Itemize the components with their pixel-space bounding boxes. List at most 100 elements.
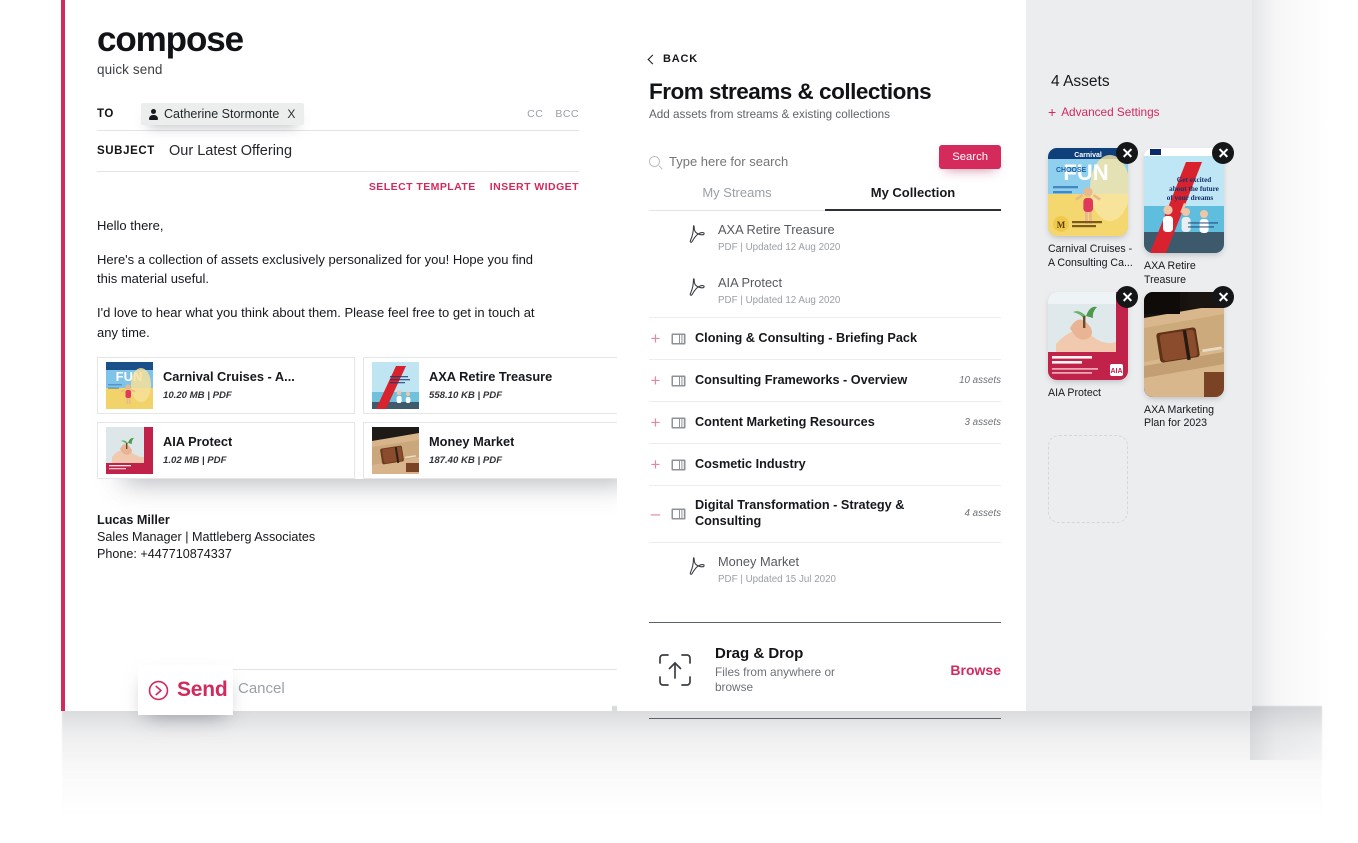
asset-meta: 10.20 MB | PDF: [163, 390, 232, 401]
tray-asset[interactable]: AXA Marketing Plan for 2023: [1144, 285, 1234, 432]
collapse-toggle-icon[interactable]: –: [649, 505, 662, 522]
tab-my-collection[interactable]: My Collection: [825, 185, 1001, 211]
asset-title: Money Market: [429, 434, 515, 449]
collection-title: Cosmetic Industry: [695, 456, 806, 471]
assets-count: 4 Assets: [1051, 73, 1110, 90]
collection-count: 10 assets: [959, 375, 1001, 386]
subject-field-row[interactable]: SUBJECT Our Latest Offering: [97, 131, 579, 171]
subject-label: SUBJECT: [97, 144, 155, 157]
back-label: BACK: [663, 53, 698, 65]
advanced-settings-button[interactable]: + Advanced Settings: [1048, 105, 1160, 119]
asset-label: AXA Marketing Plan for 2023: [1144, 403, 1215, 430]
panel-title: From streams & collections: [649, 79, 932, 104]
expand-toggle-icon[interactable]: +: [649, 372, 662, 389]
send-label: Send: [177, 678, 228, 701]
tray-placeholder[interactable]: [1048, 435, 1136, 524]
dragdrop-subtitle: Files from anywhere or browse: [715, 664, 835, 695]
panel-subtitle: Add assets from streams & existing colle…: [649, 108, 890, 121]
chevron-left-icon: [647, 54, 658, 64]
remove-asset-icon[interactable]: [1116, 142, 1138, 164]
back-button[interactable]: BACK: [647, 53, 1001, 65]
email-asset-card[interactable]: FUN Carnival Cruises - A... 10.20 MB | P…: [97, 356, 355, 414]
compose-footer-divider: [162, 669, 642, 670]
asset-thumbnail: Get excited about the future of your dre…: [1144, 148, 1224, 253]
recipient-chip[interactable]: Catherine Stormonte X: [141, 103, 305, 126]
dragdrop-title: Drag & Drop: [715, 644, 804, 662]
collection-row[interactable]: + Cloning & Consulting - Briefing Pack: [649, 318, 1001, 360]
assets-tray: Carnival FUN CHOOSE M Carnival Cruises -…: [1048, 142, 1238, 524]
asset-list-item[interactable]: AIA Protect PDF | Updated 12 Aug 2020: [649, 264, 1001, 318]
send-button[interactable]: Send: [138, 665, 233, 715]
subject-value[interactable]: Our Latest Offering: [169, 143, 292, 159]
tray-asset[interactable]: Carnival FUN CHOOSE M Carnival Cruises -…: [1048, 142, 1138, 288]
collection-row-expanded[interactable]: – Digital Transformation - Strategy & Co…: [649, 486, 1001, 543]
cc-button[interactable]: CC: [527, 108, 543, 120]
svg-text:AIA: AIA: [1110, 368, 1122, 375]
plus-icon: +: [1048, 104, 1057, 120]
asset-meta: 1.02 MB | PDF: [163, 455, 227, 466]
cancel-button[interactable]: Cancel: [238, 680, 285, 697]
dragdrop-bottom-divider: [649, 717, 1001, 720]
upload-icon: [659, 654, 691, 687]
expand-toggle-icon[interactable]: +: [649, 456, 662, 473]
bcc-button[interactable]: BCC: [555, 108, 579, 120]
compose-panel: compose quick send TO Catherine Stormont…: [65, 0, 642, 715]
remove-asset-icon[interactable]: [1212, 142, 1234, 164]
asset-thumbnail: Carnival FUN CHOOSE M: [1048, 148, 1128, 236]
email-asset-card[interactable]: Money Market 187.40 KB | PDF: [363, 421, 621, 479]
expand-toggle-icon[interactable]: +: [649, 414, 662, 431]
tray-asset[interactable]: Get excited about the future of your dre…: [1144, 142, 1234, 288]
collection-icon: [671, 417, 686, 428]
collection-icon: [671, 375, 686, 386]
asset-title: Money Market: [718, 553, 800, 569]
collection-row[interactable]: + Cosmetic Industry: [649, 444, 1001, 486]
collection-icon: [671, 508, 686, 520]
collection-count: 4 assets: [964, 508, 1002, 520]
drag-drop-zone[interactable]: Drag & Drop Files from anywhere or brows…: [649, 623, 1001, 718]
collection-icon: [671, 459, 686, 470]
search-row: Search: [649, 145, 1001, 175]
asset-title: AXA Retire Treasure: [429, 369, 553, 384]
select-template-button[interactable]: SELECT TEMPLATE: [369, 181, 476, 193]
asset-meta: 558.10 KB | PDF: [429, 390, 503, 401]
browse-button[interactable]: Browse: [950, 662, 1001, 678]
empty-asset-slot: [1048, 435, 1128, 524]
body-paragraph: Hello there,: [97, 217, 164, 233]
collection-row[interactable]: + Consulting Frameworks - Overview 10 as…: [649, 360, 1001, 402]
email-asset-card[interactable]: AXA Retire Treasure 558.10 KB | PDF: [363, 356, 621, 414]
remove-asset-icon[interactable]: [1212, 285, 1234, 308]
asset-thumbnail: FUN: [106, 361, 153, 409]
asset-thumbnail: [1144, 291, 1224, 397]
asset-thumbnail: [372, 361, 419, 409]
asset-list-item[interactable]: AXA Retire Treasure PDF | Updated 12 Aug…: [649, 211, 1001, 264]
email-asset-card[interactable]: AIA Protect 1.02 MB | PDF: [97, 421, 355, 479]
email-signature: Lucas Miller Sales Manager | Mattleberg …: [97, 513, 579, 561]
tray-asset[interactable]: AIA AIA Protect: [1048, 285, 1138, 432]
collection-title: Cloning & Consulting - Briefing Pack: [695, 330, 918, 345]
assets-tray-panel: 4 Assets + Advanced Settings Carnival FU…: [1026, 0, 1252, 711]
send-circle-arrow-icon: [148, 680, 169, 700]
search-input[interactable]: [669, 153, 919, 169]
search-button[interactable]: Search: [939, 145, 1001, 169]
insert-widget-button[interactable]: INSERT WIDGET: [490, 181, 579, 193]
remove-asset-icon[interactable]: [1116, 285, 1138, 308]
svg-text:about the future: about the future: [1169, 185, 1219, 193]
expand-toggle-icon[interactable]: +: [649, 330, 662, 347]
asset-title: Carnival Cruises - A...: [163, 369, 295, 384]
asset-title: AIA Protect: [163, 434, 233, 449]
email-body[interactable]: Hello there, Here's a collection of asse…: [97, 216, 621, 479]
remove-recipient-icon[interactable]: X: [287, 107, 295, 121]
asset-label: AIA Protect: [1048, 386, 1101, 399]
cc-bcc-group: CC BCC: [527, 108, 579, 120]
asset-meta: PDF | Updated 15 Jul 2020: [718, 573, 837, 585]
pdf-icon: [689, 225, 705, 243]
tab-my-streams[interactable]: My Streams: [649, 185, 825, 211]
panel-tabs: My Streams My Collection: [649, 185, 1001, 211]
asset-list-item[interactable]: Money Market PDF | Updated 15 Jul 2020: [649, 543, 1001, 596]
svg-text:M: M: [1057, 220, 1066, 230]
collection-row[interactable]: + Content Marketing Resources 3 assets: [649, 402, 1001, 444]
app-screenshot: compose quick send TO Catherine Stormont…: [0, 0, 1358, 843]
app-drop-shadow: [62, 706, 1322, 826]
to-label: TO: [97, 108, 114, 121]
to-field-row: TO Catherine Stormonte X CC BCC: [97, 99, 579, 130]
